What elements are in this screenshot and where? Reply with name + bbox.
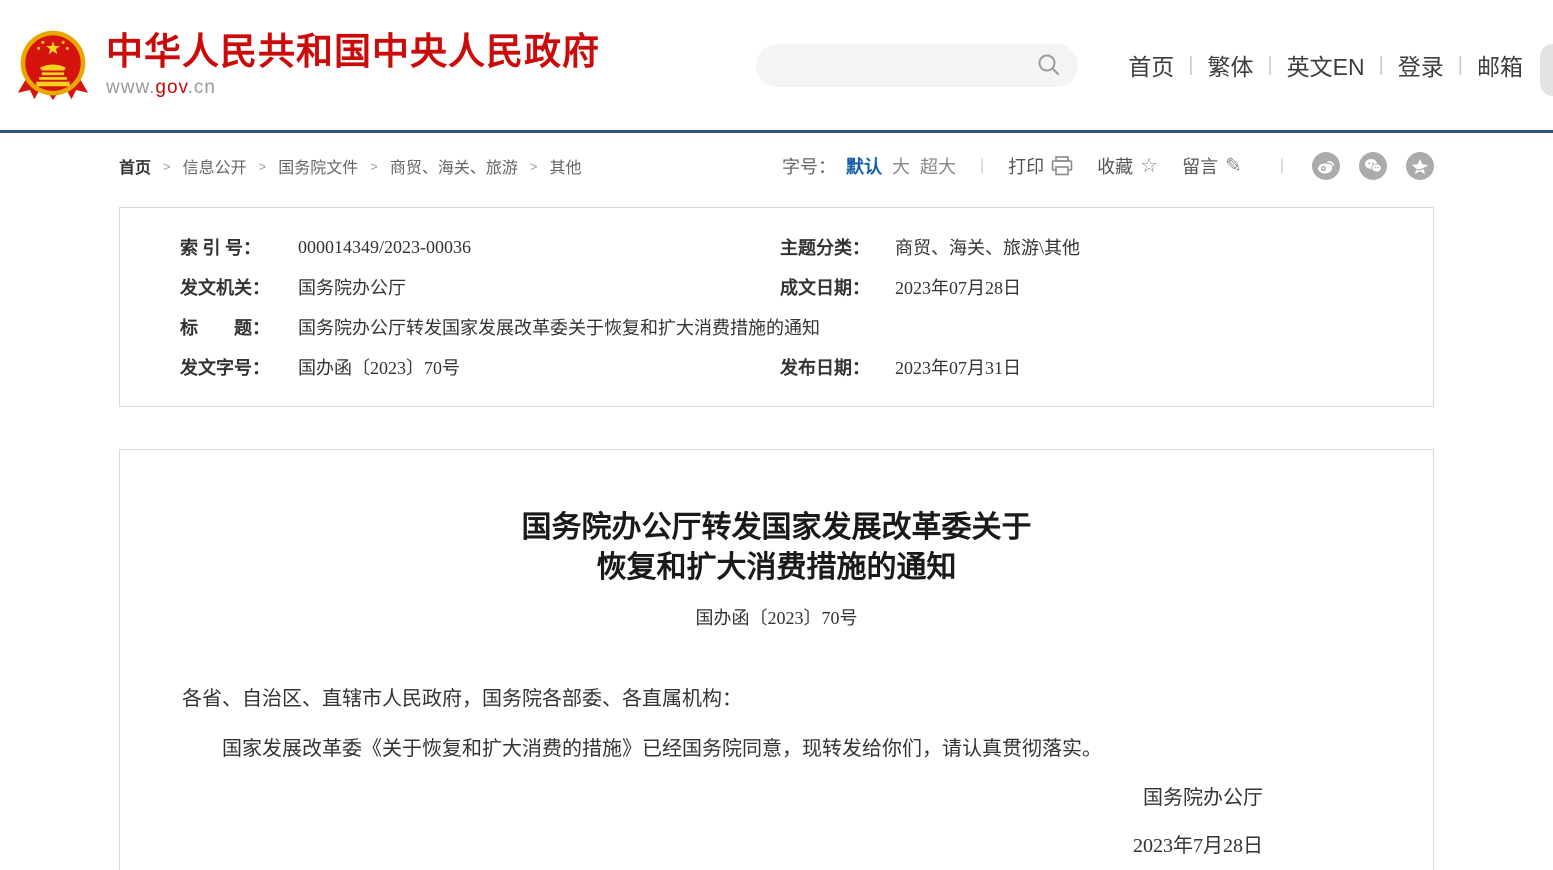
chevron-right-icon: > — [370, 159, 378, 174]
sign-date: 2023年7月28日 — [120, 829, 1263, 858]
document-number: 国办函〔2023〕70号 — [120, 604, 1433, 630]
site-url: www.gov.cn — [106, 77, 600, 99]
meta-topic-value: 商贸、海关、旅游\其他 — [895, 227, 1403, 267]
meta-title-value: 国务院办公厅转发国家发展改革委关于恢复和扩大消费措施的通知 — [298, 307, 1403, 347]
chevron-right-icon: > — [530, 159, 538, 174]
meta-doc-no-label: 发文字号： — [180, 347, 298, 387]
breadcrumb: 首页 > 信息公开 > 国务院文件 > 商贸、海关、旅游 > 其他 — [119, 154, 581, 178]
print-button[interactable]: 打印 — [1008, 153, 1073, 179]
chevron-right-icon: > — [163, 159, 171, 174]
nav-traditional[interactable]: 繁体 — [1193, 48, 1267, 82]
pencil-icon: ✎ — [1225, 156, 1242, 176]
meta-written-date-value: 2023年07月28日 — [895, 267, 1403, 307]
font-size-large-button[interactable]: 大 — [892, 153, 910, 179]
star-icon: ☆ — [1140, 156, 1158, 176]
site-header: 中华人民共和国中央人民政府 www.gov.cn 首页| 繁体| 英文EN| 登… — [0, 0, 1553, 133]
qzone-icon[interactable] — [1406, 152, 1434, 180]
meta-doc-no-value: 国办函〔2023〕70号 — [298, 347, 780, 387]
nav-home[interactable]: 首页 — [1114, 48, 1188, 82]
toolbar: 首页 > 信息公开 > 国务院文件 > 商贸、海关、旅游 > 其他 字号： 默认… — [119, 147, 1434, 185]
meta-issuer-label: 发文机关： — [180, 267, 298, 307]
national-emblem-icon — [16, 28, 90, 102]
top-nav: 首页| 繁体| 英文EN| 登录| 邮箱 — [1114, 48, 1537, 82]
meta-title-label: 标 题： — [180, 307, 298, 347]
nav-english[interactable]: 英文EN — [1273, 48, 1379, 82]
meta-pub-date-value: 2023年07月31日 — [895, 347, 1403, 387]
nav-login[interactable]: 登录 — [1384, 48, 1458, 82]
floating-edge-widget[interactable] — [1540, 44, 1553, 96]
signer: 国务院办公厅 — [120, 781, 1263, 810]
meta-pub-date-label: 发布日期： — [780, 347, 895, 387]
meta-written-date-label: 成文日期： — [780, 267, 895, 307]
breadcrumb-home[interactable]: 首页 — [119, 154, 151, 178]
site-logo[interactable]: 中华人民共和国中央人民政府 www.gov.cn — [16, 28, 600, 102]
breadcrumb-commerce-customs-tourism[interactable]: 商贸、海关、旅游 — [390, 154, 518, 178]
search-icon[interactable] — [1036, 52, 1062, 78]
favorite-button[interactable]: 收藏 ☆ — [1097, 153, 1158, 179]
meta-index-value: 000014349/2023-00036 — [298, 227, 780, 267]
search-input[interactable] — [772, 56, 1036, 74]
meta-issuer-value: 国务院办公厅 — [298, 267, 780, 307]
breadcrumb-state-council-docs[interactable]: 国务院文件 — [278, 154, 358, 178]
share-icons — [1312, 152, 1434, 180]
weibo-icon[interactable] — [1312, 152, 1340, 180]
font-size-label: 字号： — [782, 153, 836, 179]
font-size-default-button[interactable]: 默认 — [846, 153, 882, 179]
document-meta-table: 索 引 号： 000014349/2023-00036 主题分类： 商贸、海关、… — [119, 207, 1434, 407]
printer-icon — [1051, 156, 1073, 176]
breadcrumb-other[interactable]: 其他 — [549, 154, 581, 178]
breadcrumb-info-disclosure[interactable]: 信息公开 — [183, 154, 247, 178]
document-content: 国务院办公厅转发国家发展改革委关于 恢复和扩大消费措施的通知 国办函〔2023〕… — [119, 449, 1434, 870]
document-title: 国务院办公厅转发国家发展改革委关于 恢复和扩大消费措施的通知 — [120, 508, 1433, 588]
signature-block: 国务院办公厅 2023年7月28日 — [120, 781, 1433, 858]
salutation: 各省、自治区、直辖市人民政府，国务院各部委、各直属机构： — [182, 682, 1263, 711]
comment-button[interactable]: 留言 ✎ — [1182, 153, 1242, 179]
body-paragraph: 国家发展改革委《关于恢复和扩大消费的措施》已经国务院同意，现转发给你们，请认真贯… — [182, 732, 1263, 761]
search-box[interactable] — [756, 44, 1078, 87]
page-controls: 字号： 默认 大 超大 | 打印 收藏 ☆ 留言 ✎ | — [782, 153, 1298, 179]
font-size-xlarge-button[interactable]: 超大 — [920, 153, 956, 179]
site-title: 中华人民共和国中央人民政府 — [106, 31, 600, 74]
meta-topic-label: 主题分类： — [780, 227, 895, 267]
wechat-icon[interactable] — [1359, 152, 1387, 180]
meta-index-label: 索 引 号： — [180, 227, 298, 267]
nav-mail[interactable]: 邮箱 — [1463, 48, 1537, 82]
chevron-right-icon: > — [259, 159, 267, 174]
